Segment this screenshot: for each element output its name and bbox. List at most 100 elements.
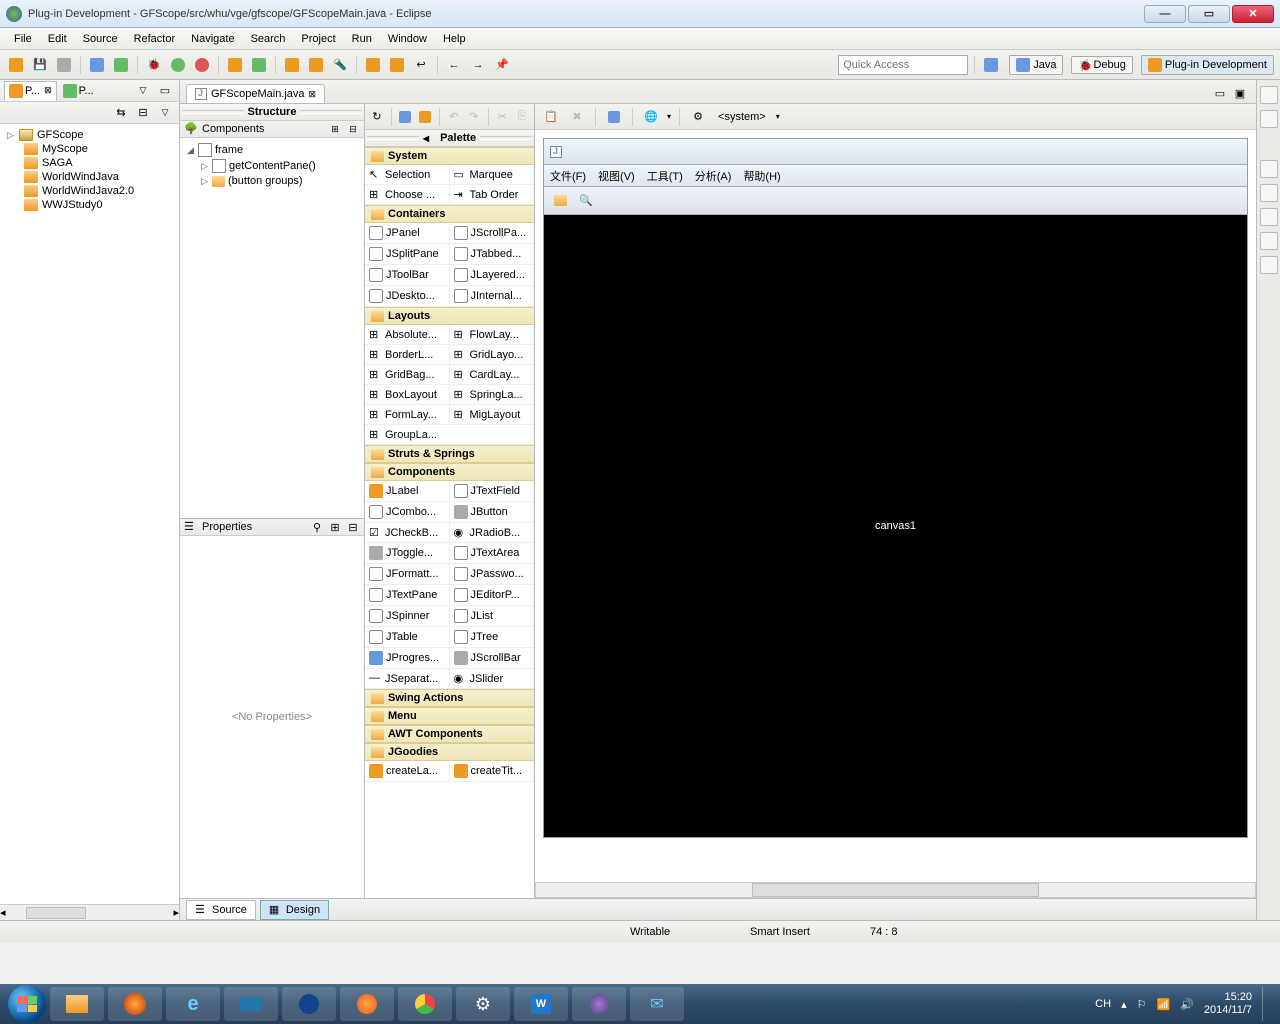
plugin-button[interactable] xyxy=(111,55,131,75)
project-tree[interactable]: ▷GFScope MyScope SAGA WorldWindJava Worl… xyxy=(0,124,179,904)
open-perspective-button[interactable] xyxy=(981,55,1001,75)
task-settings[interactable]: ⚙ xyxy=(456,987,510,1021)
item-formlayout[interactable]: ⊞FormLay... xyxy=(365,405,450,425)
item-miglayout[interactable]: ⊞MigLayout xyxy=(450,405,535,425)
cat-awt[interactable]: AWT Components xyxy=(365,725,534,743)
trim-restore2-button[interactable] xyxy=(1260,160,1278,178)
cat-containers[interactable]: Containers xyxy=(365,205,534,223)
project-myscope[interactable]: MyScope xyxy=(4,142,175,156)
task-mail[interactable]: ✉ xyxy=(630,987,684,1021)
menu-help[interactable]: Help xyxy=(435,30,474,48)
task-chrome[interactable] xyxy=(398,987,452,1021)
trim-outline-button[interactable] xyxy=(1260,110,1278,128)
item-jslider[interactable]: ◉JSlider xyxy=(450,669,535,689)
cat-components[interactable]: Components xyxy=(365,463,534,481)
test-button[interactable] xyxy=(398,107,414,127)
maximize-button[interactable]: ▭ xyxy=(1188,5,1230,23)
item-jtree[interactable]: JTree xyxy=(450,627,535,648)
laf-button[interactable]: ⚙ xyxy=(688,107,708,127)
search-button[interactable]: 🔦 xyxy=(330,55,350,75)
pin-button[interactable]: 📌 xyxy=(492,55,512,75)
preview-menu-analyze[interactable]: 分析(A) xyxy=(695,168,732,184)
project-wwjstudy[interactable]: WWJStudy0 xyxy=(4,198,175,212)
view-menu-button[interactable]: ▽ xyxy=(133,81,153,101)
menu-refactor[interactable]: Refactor xyxy=(126,30,184,48)
item-jtable[interactable]: JTable xyxy=(365,627,450,648)
menu-run[interactable]: Run xyxy=(344,30,380,48)
item-jlayered[interactable]: JLayered... xyxy=(450,265,535,286)
project-worldwindjava[interactable]: WorldWindJava xyxy=(4,170,175,184)
refresh-button[interactable]: ↻ xyxy=(369,107,385,127)
trim-tasks-button[interactable] xyxy=(1260,184,1278,202)
cat-struts[interactable]: Struts & Springs xyxy=(365,445,534,463)
cat-swing-actions[interactable]: Swing Actions xyxy=(365,689,534,707)
delete-button[interactable]: ✖ xyxy=(567,107,587,127)
item-jsplitpane[interactable]: JSplitPane xyxy=(365,244,450,265)
tab-design[interactable]: ▦Design xyxy=(260,900,329,920)
preview-zoom-button[interactable]: 🔍 xyxy=(576,191,596,211)
design-canvas-area[interactable]: 文件(F) 视图(V) 工具(T) 分析(A) 帮助(H) 🔍 canvas1 xyxy=(535,130,1256,882)
trim-errorlog-button[interactable] xyxy=(1260,256,1278,274)
collapse-all-button[interactable]: ⇆ xyxy=(111,103,131,123)
item-jbutton[interactable]: JButton xyxy=(450,502,535,523)
annotation-next-button[interactable] xyxy=(387,55,407,75)
cat-menu[interactable]: Menu xyxy=(365,707,534,725)
package-explorer-tab[interactable]: P...⊠ xyxy=(4,81,57,101)
item-jscrollpane[interactable]: JScrollPa... xyxy=(450,223,535,244)
props-toggle3[interactable]: ⊟ xyxy=(346,520,360,534)
item-jcheckbox[interactable]: ☑JCheckB... xyxy=(365,523,450,543)
preview-menu-tools[interactable]: 工具(T) xyxy=(647,168,683,184)
item-absolute[interactable]: ⊞Absolute... xyxy=(365,325,450,345)
close-button[interactable]: ✕ xyxy=(1232,5,1274,23)
props-toggle2[interactable]: ⊞ xyxy=(328,520,342,534)
project-worldwindjava2[interactable]: WorldWindJava2.0 xyxy=(4,184,175,198)
copy-button[interactable]: ⎘ xyxy=(514,107,530,127)
project-gfscope[interactable]: ▷GFScope xyxy=(4,128,175,142)
task-ie[interactable]: e xyxy=(166,987,220,1021)
open-type-button[interactable] xyxy=(282,55,302,75)
editor-tab-gfscopemain[interactable]: GFScopeMain.java ⊠ xyxy=(186,84,325,103)
item-jpanel[interactable]: JPanel xyxy=(365,223,450,244)
preview-menu-help[interactable]: 帮助(H) xyxy=(743,168,780,184)
save-button[interactable]: 💾 xyxy=(30,55,50,75)
cat-system[interactable]: System xyxy=(365,147,534,165)
perspective-java[interactable]: Java xyxy=(1009,55,1063,75)
tree-buttongroups[interactable]: ▷(button groups) xyxy=(184,174,360,188)
new-class-button[interactable] xyxy=(249,55,269,75)
item-jtoggle[interactable]: JToggle... xyxy=(365,543,450,564)
close-tab-icon[interactable]: ⊠ xyxy=(309,89,317,100)
item-taborder[interactable]: ⇥Tab Order xyxy=(450,185,535,205)
preview-canvas[interactable]: canvas1 xyxy=(544,215,1247,837)
undo-button[interactable]: ↶ xyxy=(446,107,462,127)
props-toggle1[interactable]: ⚲ xyxy=(310,520,324,534)
tray-flag-icon[interactable]: ⚐ xyxy=(1137,998,1147,1011)
open-task-button[interactable] xyxy=(306,55,326,75)
item-gridbag[interactable]: ⊞GridBag... xyxy=(365,365,450,385)
item-jtoolbar[interactable]: JToolBar xyxy=(365,265,450,286)
design-hscrollbar[interactable] xyxy=(535,882,1256,898)
tray-clock[interactable]: 15:20 2014/11/7 xyxy=(1204,991,1252,1017)
trim-console-button[interactable] xyxy=(1260,232,1278,250)
show-desktop-button[interactable] xyxy=(1262,987,1272,1021)
tree-contentpane[interactable]: ▷getContentPane() xyxy=(184,158,360,174)
menu-edit[interactable]: Edit xyxy=(40,30,75,48)
task-word[interactable]: W xyxy=(514,987,568,1021)
preview-frame[interactable]: 文件(F) 视图(V) 工具(T) 分析(A) 帮助(H) 🔍 canvas1 xyxy=(543,138,1248,838)
new-button[interactable] xyxy=(6,55,26,75)
item-jtextarea[interactable]: JTextArea xyxy=(450,543,535,564)
external-button[interactable] xyxy=(192,55,212,75)
last-edit-button[interactable]: ↩ xyxy=(411,55,431,75)
task-app2[interactable] xyxy=(282,987,336,1021)
item-jlist[interactable]: JList xyxy=(450,606,535,627)
task-explorer[interactable] xyxy=(50,987,104,1021)
item-springlayout[interactable]: ⊞SpringLa... xyxy=(450,385,535,405)
tray-lang[interactable]: CH xyxy=(1095,998,1111,1010)
tray-network-icon[interactable]: 📶 xyxy=(1156,998,1170,1011)
item-selection[interactable]: ↖Selection xyxy=(365,165,450,185)
save-all-button[interactable] xyxy=(54,55,74,75)
menu-navigate[interactable]: Navigate xyxy=(183,30,242,48)
tray-volume-icon[interactable]: 🔊 xyxy=(1180,998,1194,1011)
item-jcombo[interactable]: JCombo... xyxy=(365,502,450,523)
item-jscrollbar[interactable]: JScrollBar xyxy=(450,648,535,669)
item-jprogress[interactable]: JProgres... xyxy=(365,648,450,669)
